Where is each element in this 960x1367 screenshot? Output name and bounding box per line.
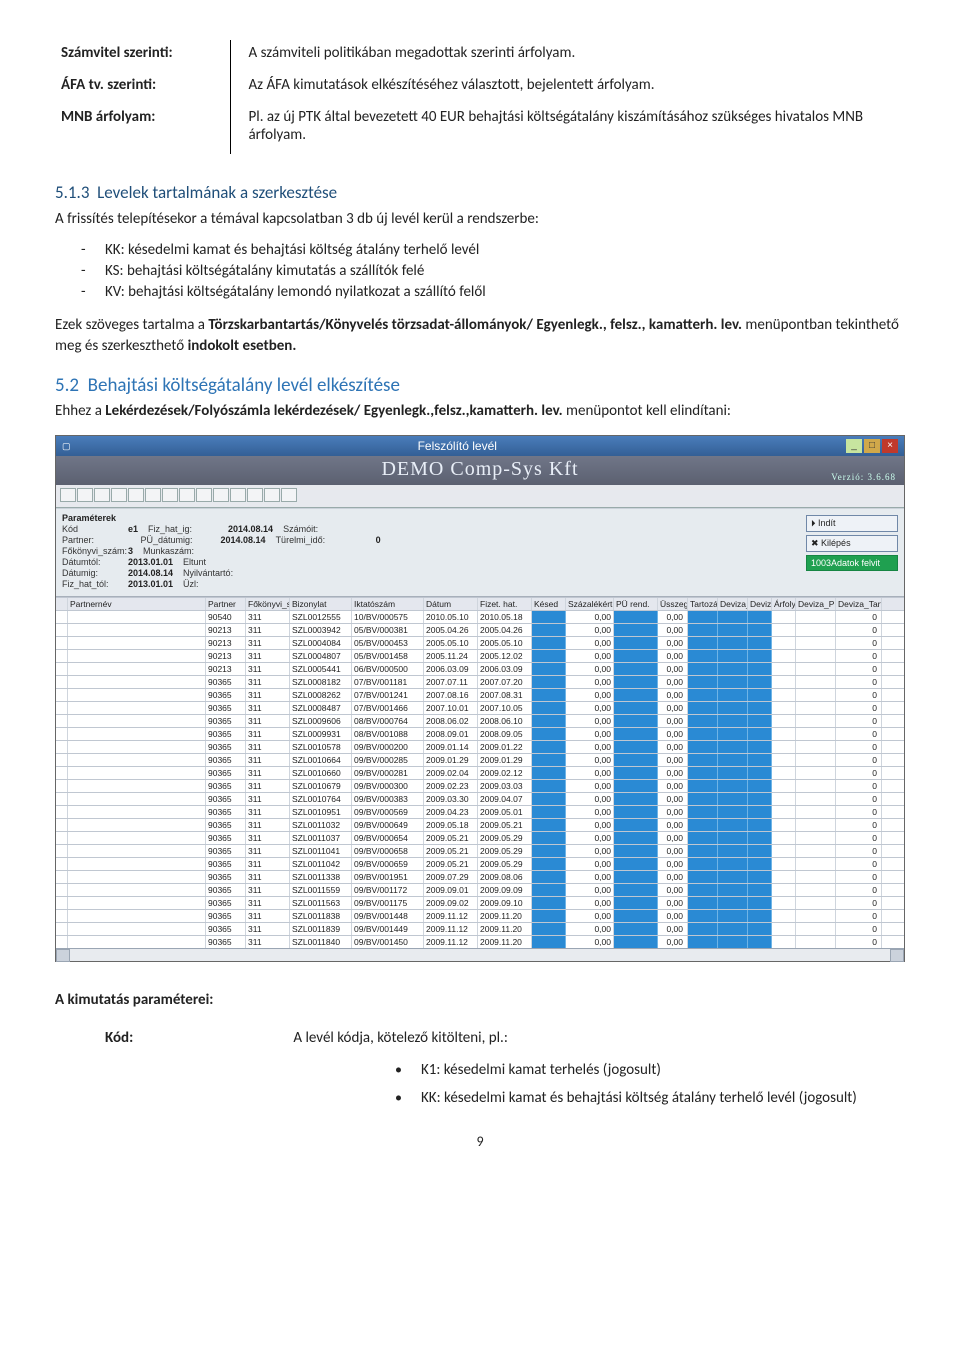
column-header[interactable]: Üsszeg	[658, 598, 688, 610]
grid-header: PartnernévPartnerFőkönyvi_számBizonylatI…	[56, 597, 904, 610]
table-row[interactable]: 90365311SZL001155909/BV/0011722009.09.01…	[56, 883, 904, 896]
kilepes-button[interactable]: ✖ Kilépés	[806, 535, 898, 552]
demo-banner: DEMO Comp-Sys Kft Verzió: 3.6.68	[56, 456, 904, 485]
toolbar-btn[interactable]	[281, 488, 297, 502]
def-label: ÁFA tv. szerinti:	[55, 72, 230, 104]
section-513-intro: A frissítés telepítésekor a témával kapc…	[55, 209, 905, 229]
section-52-para: Ehhez a Lekérdezések/Folyószámla lekérde…	[55, 401, 905, 421]
table-row[interactable]: 90365311SZL001104209/BV/0006592009.05.21…	[56, 857, 904, 870]
column-header[interactable]: Százalékért	[566, 598, 614, 610]
table-row[interactable]: 90365311SZL000960608/BV/0007642008.06.02…	[56, 714, 904, 727]
toolbar-btn[interactable]	[77, 488, 93, 502]
minimize-icon[interactable]: _	[846, 439, 862, 453]
column-header[interactable]: Fizet. hat.	[478, 598, 532, 610]
table-row[interactable]: 90213311SZL000408405/BV/0004532005.05.10…	[56, 636, 904, 649]
toolbar-btn[interactable]	[247, 488, 263, 502]
column-header[interactable]: Késed	[532, 598, 566, 610]
titlebar[interactable]: ▢ Felszólító levél _ □ ×	[56, 436, 904, 456]
horizontal-scrollbar[interactable]	[56, 948, 904, 961]
column-header[interactable]: Bizonylat	[290, 598, 352, 610]
maximize-icon[interactable]: □	[864, 439, 880, 453]
toolbar-btn[interactable]	[94, 488, 110, 502]
toolbar-btn[interactable]	[230, 488, 246, 502]
toolbar-btn[interactable]	[162, 488, 178, 502]
table-row[interactable]: 90365311SZL001095109/BV/0005692009.04.23…	[56, 805, 904, 818]
column-header[interactable]: Főkönyvi_szám	[246, 598, 290, 610]
page-number: 9	[55, 1133, 905, 1150]
toolbar-btn[interactable]	[60, 488, 76, 502]
table-row[interactable]: 90365311SZL001103209/BV/0006492009.05.18…	[56, 818, 904, 831]
def-desc: A számviteli politikában megadottak szer…	[230, 40, 905, 72]
grid-body[interactable]: 90540311SZL001255510/BV/0005752010.05.10…	[56, 610, 904, 948]
table-row[interactable]: 90365311SZL001066409/BV/0002852009.01.29…	[56, 753, 904, 766]
toolbar-btn[interactable]	[213, 488, 229, 502]
indit-button[interactable]: ⏵ Indít	[806, 515, 898, 532]
list-item: KS: behajtási költségátalány kimutatás a…	[81, 262, 905, 280]
toolbar-btn[interactable]	[128, 488, 144, 502]
def-label: Számvitel szerinti:	[55, 40, 230, 72]
table-row[interactable]: 90365311SZL001076409/BV/0003832009.03.30…	[56, 792, 904, 805]
def-desc: Pl. az új PTK által bevezetett 40 EUR be…	[230, 104, 905, 154]
app-icon: ▢	[62, 441, 71, 452]
column-header[interactable]: Deviza_árfol	[718, 598, 748, 610]
toolbar	[56, 485, 904, 508]
heading-5-1-3: 5.1.3 Levelek tartalmának a szerkesztése	[55, 182, 905, 203]
toolbar-btn[interactable]	[264, 488, 280, 502]
column-header[interactable]: Partner	[206, 598, 246, 610]
window-title: Felszólító levél	[71, 439, 844, 453]
table-row[interactable]: 90365311SZL000826207/BV/0012412007.08.16…	[56, 688, 904, 701]
table-row[interactable]: 90213311SZL000394205/BV/0003812005.04.26…	[56, 623, 904, 636]
column-header[interactable]: Partnernév	[68, 598, 206, 610]
table-row[interactable]: 90365311SZL001184009/BV/0014502009.11.12…	[56, 935, 904, 948]
table-row[interactable]: 90365311SZL001103709/BV/0006542009.05.21…	[56, 831, 904, 844]
column-header[interactable]: Deviza_PÜ_rend	[796, 598, 836, 610]
table-row[interactable]: 90365311SZL001057809/BV/0002002009.01.14…	[56, 740, 904, 753]
definitions-table: Számvitel szerinti:A számviteli politiká…	[55, 40, 905, 154]
table-row[interactable]: 90365311SZL000993108/BV/0010882008.09.01…	[56, 727, 904, 740]
table-row[interactable]: 90213311SZL000480705/BV/0014582005.11.24…	[56, 649, 904, 662]
section-513-para: Ezek szöveges tartalma a Törzskarbantart…	[55, 315, 905, 356]
column-header[interactable]	[56, 598, 68, 610]
column-header[interactable]: Iktatószám	[352, 598, 424, 610]
table-row[interactable]: 90213311SZL000544106/BV/0005002006.03.09…	[56, 662, 904, 675]
close-icon[interactable]: ×	[882, 439, 898, 453]
toolbar-btn[interactable]	[179, 488, 195, 502]
list-item: K1: késedelmi kamat terhelés (jogosult)	[395, 1061, 905, 1079]
def-desc: Az ÁFA kimutatások elkészítéséhez válasz…	[230, 72, 905, 104]
table-row[interactable]: 90365311SZL000818207/BV/0011812007.07.11…	[56, 675, 904, 688]
column-header[interactable]: Árfolyam	[772, 598, 796, 610]
app-window: ▢ Felszólító levél _ □ × DEMO Comp-Sys K…	[55, 435, 905, 962]
table-row[interactable]: 90365311SZL000848707/BV/0014662007.10.01…	[56, 701, 904, 714]
params-panel: Paraméterek Kóde1Fiz_hat_ig:2014.08.14Sz…	[62, 512, 806, 590]
toolbar-btn[interactable]	[196, 488, 212, 502]
table-row[interactable]: 90365311SZL001066009/BV/0002812009.02.04…	[56, 766, 904, 779]
table-row[interactable]: 90365311SZL001133809/BV/0019512009.07.29…	[56, 870, 904, 883]
def-label: MNB árfolyam:	[55, 104, 230, 154]
heading-5-2: 5.2 Behajtási költségátalány levél elkés…	[55, 374, 905, 397]
column-header[interactable]: Tartozás	[688, 598, 718, 610]
table-row[interactable]: 90365311SZL001104109/BV/0006582009.05.21…	[56, 844, 904, 857]
table-row[interactable]: 90365311SZL001183809/BV/0014482009.11.12…	[56, 909, 904, 922]
column-header[interactable]: Dátum	[424, 598, 478, 610]
table-row[interactable]: 90365311SZL001156309/BV/0011752009.09.02…	[56, 896, 904, 909]
column-header[interactable]: Deviza_Tartozás	[836, 598, 882, 610]
section-513-bullets: KK: késedelmi kamat és behajtási költség…	[81, 241, 905, 301]
list-item: KK: késedelmi kamat és behajtási költség…	[395, 1089, 905, 1107]
column-header[interactable]: PÜ rend.	[614, 598, 658, 610]
kod-row: Kód: A levél kódja, kötelező kitölteni, …	[55, 1028, 905, 1048]
table-row[interactable]: 90540311SZL001255510/BV/0005752010.05.10…	[56, 610, 904, 623]
version-label: Verzió: 3.6.68	[831, 472, 896, 482]
toolbar-btn[interactable]	[111, 488, 127, 502]
column-header[interactable]: Deviza	[748, 598, 772, 610]
kod-bullets: K1: késedelmi kamat terhelés (jogosult) K…	[395, 1061, 905, 1107]
toolbar-btn[interactable]	[145, 488, 161, 502]
adatok-button[interactable]: 1003Adatok felvit	[806, 555, 898, 571]
table-row[interactable]: 90365311SZL001067909/BV/0003002009.02.23…	[56, 779, 904, 792]
table-row[interactable]: 90365311SZL001183909/BV/0014492009.11.12…	[56, 922, 904, 935]
params-section-title: A kimutatás paraméterei:	[55, 990, 905, 1010]
list-item: KK: késedelmi kamat és behajtási költség…	[81, 241, 905, 259]
list-item: KV: behajtási költségátalány lemondó nyi…	[81, 283, 905, 301]
